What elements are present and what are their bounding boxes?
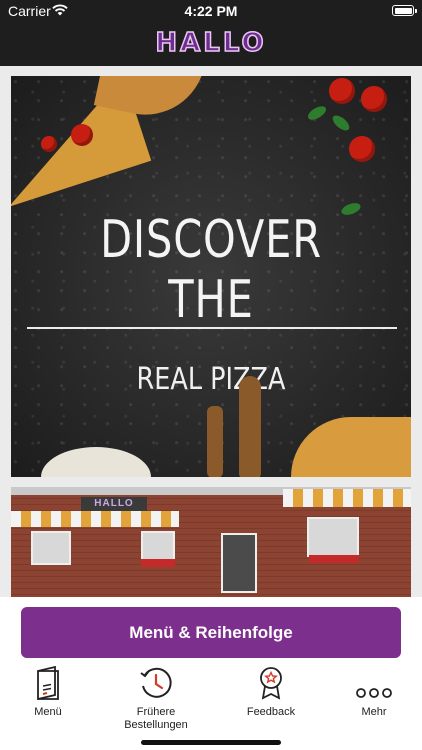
promo-banner-image[interactable]: DISCOVER THE REAL PIZZA (11, 76, 411, 477)
status-bar: Carrier 4:22 PM (0, 0, 422, 22)
wooden-spoon-decoration (239, 376, 261, 477)
restaurant-sign: HALLO (81, 497, 147, 511)
basil-leaf-decoration (305, 103, 329, 123)
tomato-decoration (71, 124, 93, 146)
tab-feedback[interactable]: Feedback (238, 662, 304, 738)
history-icon (139, 662, 173, 700)
tomato-decoration (41, 136, 57, 152)
tab-more[interactable]: Mehr (346, 662, 402, 738)
pizza-slice-decoration (291, 417, 411, 477)
award-icon (258, 662, 284, 700)
awning-decoration (11, 511, 179, 527)
restaurant-photo[interactable]: HALLO (11, 487, 411, 597)
window-decoration (31, 531, 71, 565)
tomato-decoration (329, 78, 355, 104)
menu-book-icon (35, 662, 61, 700)
wooden-fork-decoration (207, 406, 223, 477)
menu-order-button[interactable]: Menü & Reihenfolge (21, 607, 401, 658)
content-scroll[interactable]: DISCOVER THE REAL PIZZA HALLO (0, 66, 422, 597)
flower-box-decoration (141, 559, 175, 567)
app-header: Carrier 4:22 PM HALLO (0, 0, 422, 66)
door-decoration (221, 533, 257, 593)
flower-box-decoration (309, 555, 359, 563)
home-indicator[interactable] (141, 740, 281, 745)
tab-menu[interactable]: Menü (18, 662, 78, 738)
tab-order-history[interactable]: Frühere Bestellungen (116, 662, 196, 738)
tomato-decoration (361, 86, 387, 112)
app-logo: HALLO (146, 27, 276, 59)
flour-bowl-decoration (41, 447, 151, 477)
banner-divider (27, 327, 397, 329)
more-dots-icon (356, 662, 392, 700)
tab-feedback-label: Feedback (246, 706, 296, 718)
tab-order-history-label: Frühere Bestellungen (124, 706, 188, 731)
banner-subline: REAL PIZZA (136, 362, 286, 397)
tab-menu-label: Menü (34, 706, 62, 718)
basil-leaf-decoration (330, 112, 352, 134)
window-decoration (307, 517, 359, 557)
banner-headline: DISCOVER THE (100, 210, 322, 330)
tab-more-label: Mehr (361, 706, 387, 718)
clock: 4:22 PM (184, 3, 238, 19)
awning-decoration (283, 489, 411, 507)
logo-text: HALLO (155, 27, 267, 59)
tab-bar: Menü Frühere Bestellungen Feedback Mehr (0, 662, 422, 750)
tomato-decoration (349, 136, 375, 162)
battery-icon (392, 5, 417, 16)
